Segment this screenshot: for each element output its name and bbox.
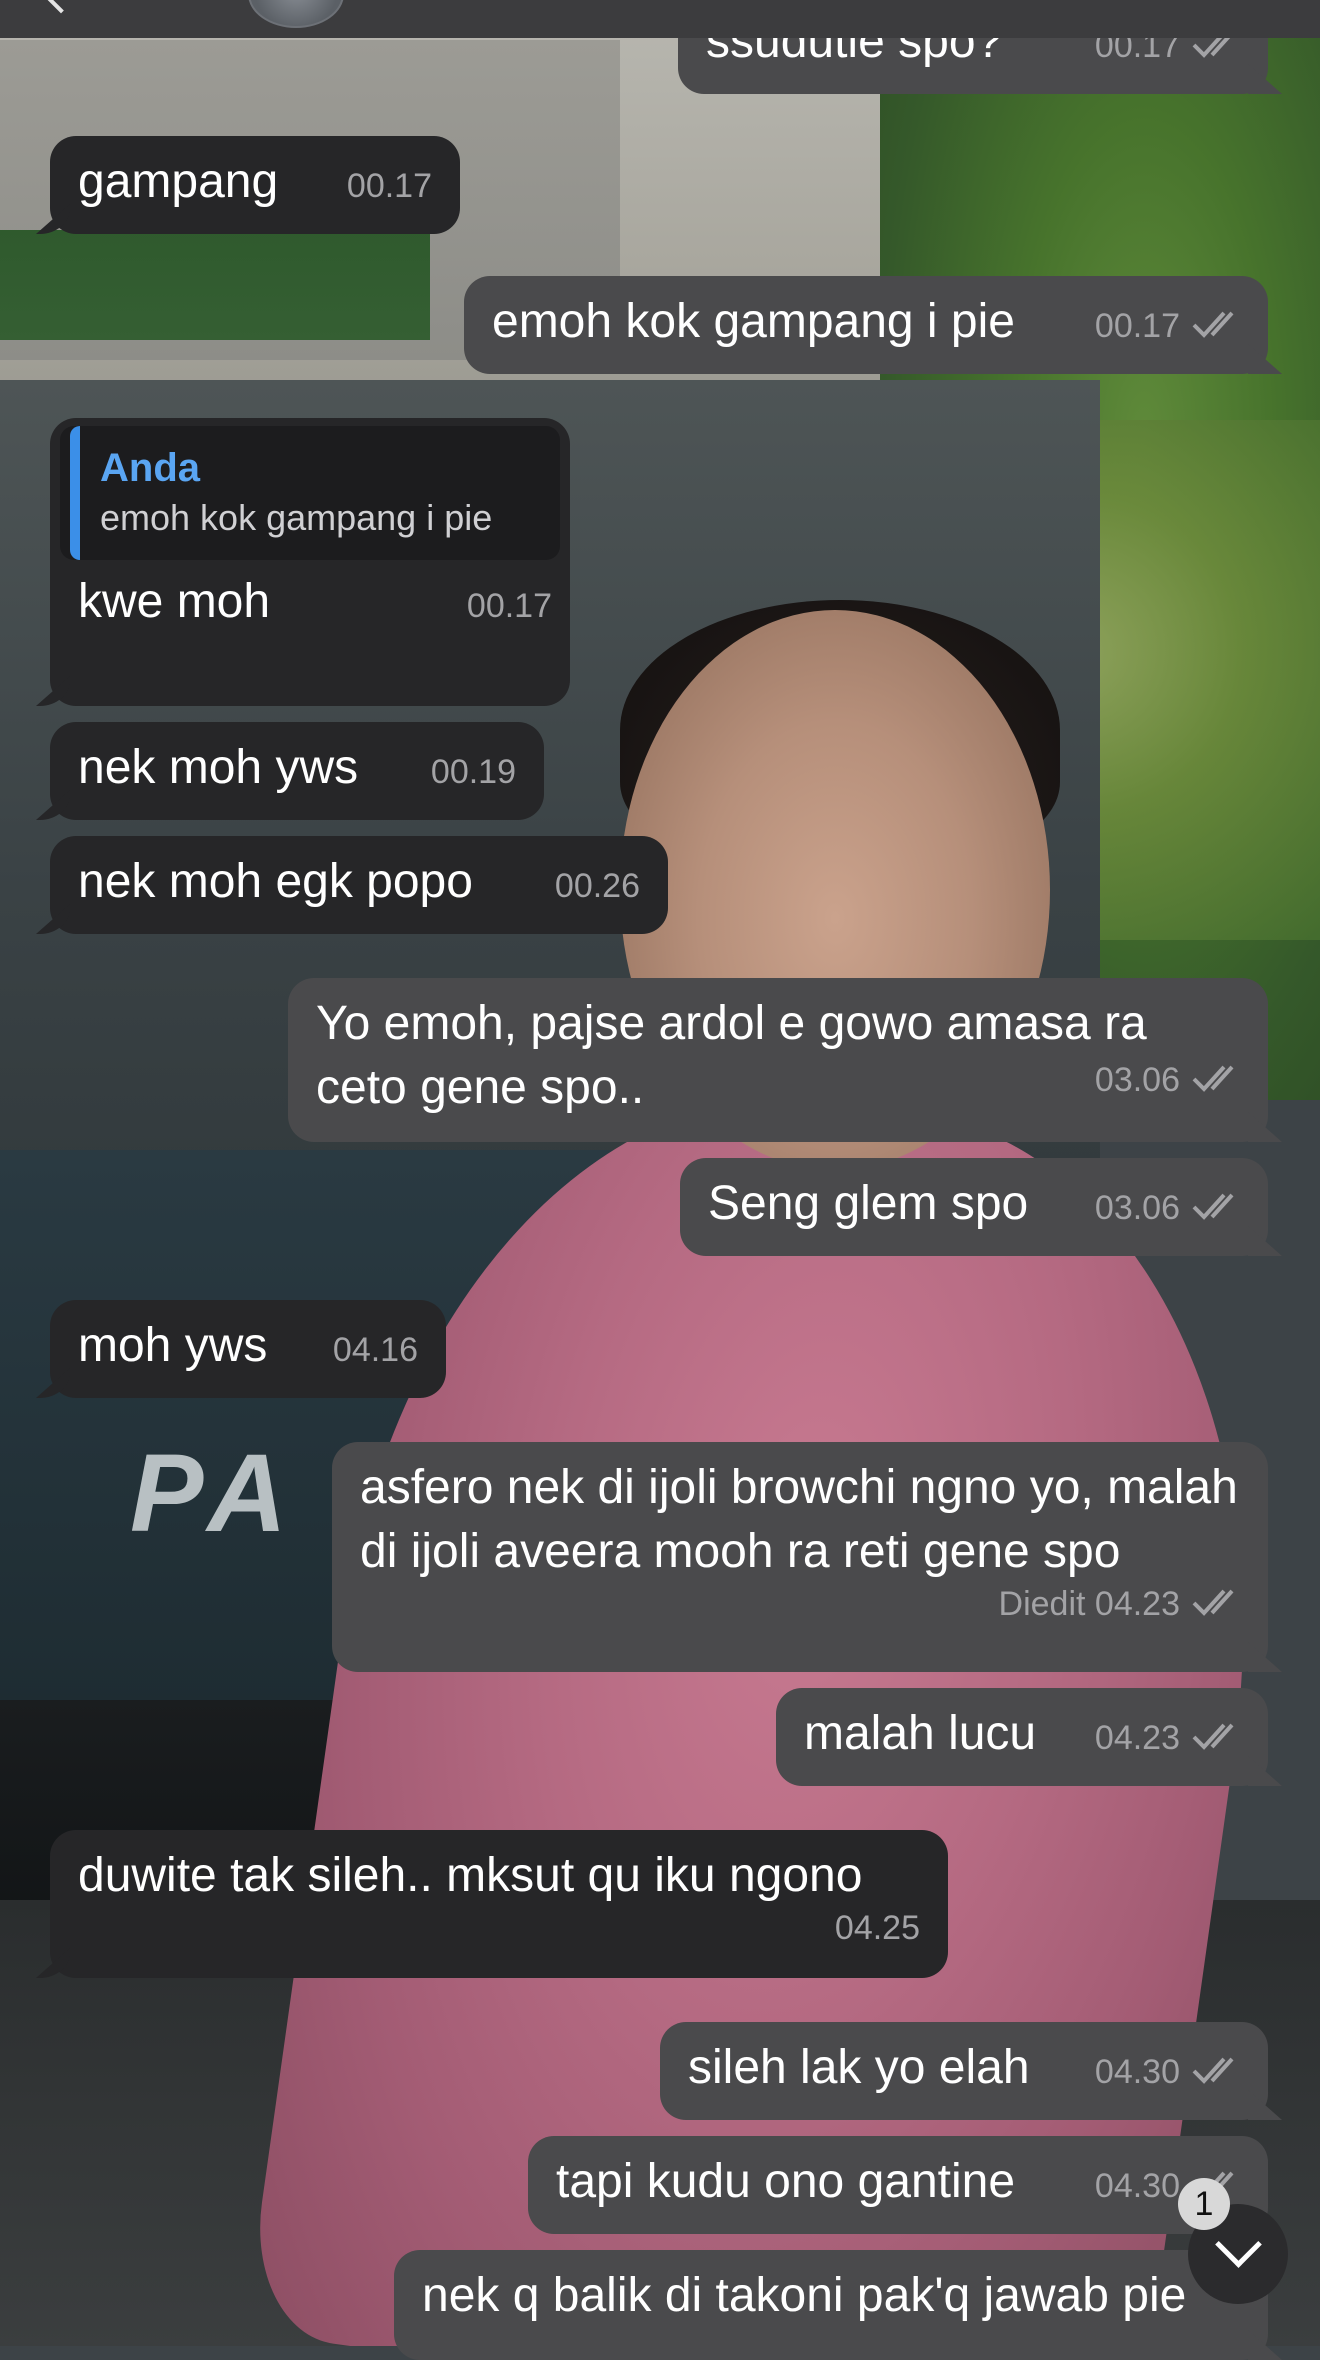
message-bubble-outgoing[interactable]: Seng glem spo 03.06 (680, 1158, 1268, 1256)
contact-avatar[interactable] (248, 0, 344, 28)
message-text: Yo emoh, pajse ardol e gowo amasa ra cet… (316, 997, 1161, 1114)
message-meta: 04.23 (1095, 1718, 1240, 1758)
message-text: kwe moh (78, 575, 271, 628)
message-bubble-incoming[interactable]: nek moh egk popo 00.26 (50, 836, 668, 934)
message-text: nek moh yws (78, 741, 359, 794)
message-text: emoh kok gampang i pie (492, 295, 1015, 348)
message-meta: 03.06 (1095, 1188, 1240, 1228)
message-text: nek moh egk popo (78, 855, 473, 908)
message-text: tapi kudu ono gantine (556, 2155, 1016, 2208)
message-bubble-outgoing[interactable]: malah lucu 04.23 (776, 1688, 1268, 1786)
message-bubble-outgoing[interactable]: sileh lak yo elah 04.30 (660, 2022, 1268, 2120)
message-bubble-outgoing[interactable]: tapi kudu ono gantine 04.30 (528, 2136, 1268, 2234)
double-check-icon (1192, 1721, 1240, 1751)
message-time: 04.25 (834, 1909, 920, 1947)
message-text: moh yws (78, 1319, 268, 1372)
reply-sender-name: Anda (100, 446, 200, 490)
message-bubble-incoming[interactable]: duwite tak sileh.. mksut qu iku ngono 04… (50, 1830, 948, 1978)
message-time: 04.23 (1094, 1585, 1180, 1623)
message-text: duwite tak sileh.. mksut qu iku ngono (78, 1849, 863, 1902)
message-bubble-incoming[interactable]: nek moh yws 00.19 (50, 722, 544, 820)
message-list[interactable]: ssudutie spo? 00.17 gampang 00.17 emoh k… (0, 0, 1320, 2360)
double-check-icon (1192, 2055, 1240, 2085)
message-time: 00.17 (466, 587, 552, 625)
message-time: 00.17 (346, 167, 432, 205)
message-text: asfero nek di ijoli browchi ngno yo, mal… (360, 1461, 1252, 1578)
message-text: Seng glem spo (708, 1177, 1029, 1230)
message-meta: 04.30 (1095, 2052, 1240, 2092)
message-bubble-incoming[interactable]: gampang 00.17 (50, 136, 460, 234)
double-check-icon (1192, 1191, 1240, 1221)
message-meta: Diedit 04.23 (999, 1584, 1240, 1624)
chat-header (0, 0, 1320, 38)
unread-count-badge: 1 (1178, 2178, 1230, 2230)
message-meta: 03.06 (1095, 1060, 1240, 1100)
chevron-left-icon[interactable] (42, 0, 80, 14)
message-time: 00.26 (554, 867, 640, 905)
reply-preview[interactable]: Anda emoh kok gampang i pie (60, 426, 560, 560)
message-meta: 00.17 (1095, 306, 1240, 346)
message-bubble-incoming[interactable]: moh yws 04.16 (50, 1300, 446, 1398)
reply-text: emoh kok gampang i pie (100, 497, 493, 538)
message-bubble-outgoing[interactable]: nek q balik di takoni pak'q jawab pie (394, 2250, 1268, 2360)
message-time: 04.23 (1094, 1719, 1180, 1757)
chevron-down-icon (1215, 2221, 1262, 2268)
message-time: 04.16 (332, 1331, 418, 1369)
message-time: 04.30 (1094, 2053, 1180, 2091)
double-check-icon (1192, 1587, 1240, 1617)
message-text: nek q balik di takoni pak'q jawab pie (422, 2269, 1187, 2322)
message-bubble-outgoing[interactable]: asfero nek di ijoli browchi ngno yo, mal… (332, 1442, 1268, 1672)
message-bubble-outgoing[interactable]: emoh kok gampang i pie 00.17 (464, 276, 1268, 374)
message-time: 03.06 (1094, 1189, 1180, 1227)
message-time: 00.17 (1094, 307, 1180, 345)
message-text: gampang (78, 155, 279, 208)
message-time: 04.30 (1094, 2167, 1180, 2205)
edited-label: Diedit (998, 1585, 1086, 1623)
double-check-icon (1192, 1063, 1240, 1093)
double-check-icon (1192, 309, 1240, 339)
message-bubble-outgoing[interactable]: Yo emoh, pajse ardol e gowo amasa ra cet… (288, 978, 1268, 1142)
message-time: 00.19 (430, 753, 516, 791)
message-time: 03.06 (1094, 1061, 1180, 1099)
message-bubble-incoming[interactable]: Anda emoh kok gampang i pie kwe moh 00.1… (50, 418, 570, 706)
message-text: sileh lak yo elah (688, 2041, 1030, 2094)
message-text: malah lucu (804, 1707, 1037, 1760)
